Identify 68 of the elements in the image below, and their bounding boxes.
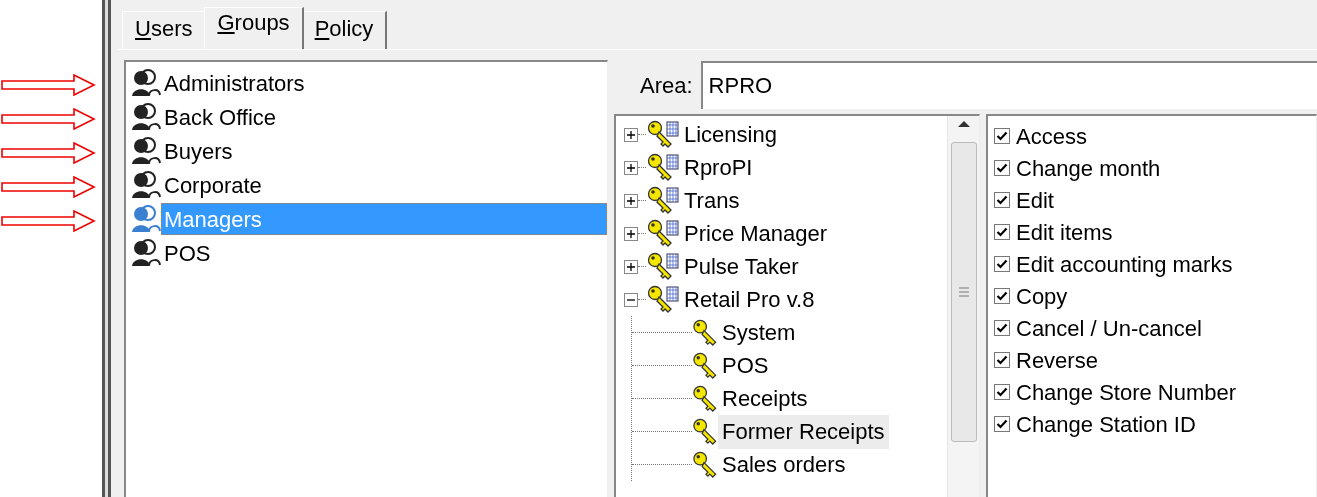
field-label: Area: (640, 71, 693, 100)
grip-icon (957, 287, 970, 297)
list-item[interactable]: POS (161, 237, 607, 269)
key-icon (646, 119, 680, 150)
scroll-up-icon[interactable] (956, 120, 971, 128)
checkbox-label: Edit (1016, 186, 1054, 215)
scroll-thumb[interactable] (950, 142, 977, 442)
tab[interactable]: Policy (301, 11, 388, 49)
group-icon (131, 69, 161, 97)
tree-item[interactable]: POS (718, 348, 773, 383)
tree-item[interactable]: Pulse Taker (680, 249, 803, 284)
key-icon (646, 251, 680, 282)
checkbox-label: Change month (1016, 154, 1161, 183)
tab[interactable]: Users (122, 11, 207, 49)
key-icon (646, 152, 680, 183)
tab[interactable]: Groups (204, 7, 304, 49)
scrollbar[interactable] (947, 116, 979, 497)
expand-toggle[interactable] (624, 226, 638, 241)
checkbox[interactable] (994, 416, 1010, 432)
list-item[interactable]: Buyers (161, 135, 607, 167)
tree-item[interactable]: RproPI (680, 150, 757, 185)
checkbox[interactable] (994, 352, 1010, 368)
list-item[interactable]: Corporate (161, 169, 607, 201)
collapse-toggle[interactable] (624, 292, 638, 307)
checkbox[interactable] (994, 288, 1010, 304)
tree-item[interactable]: Receipts (718, 381, 812, 416)
tree-item[interactable]: Retail Pro v.8 (680, 282, 819, 317)
key-icon (692, 418, 718, 445)
key-icon (692, 451, 718, 478)
group-icon (131, 103, 161, 131)
tree-item[interactable]: Trans (680, 183, 744, 218)
area-field[interactable]: RPRO (700, 61, 1317, 109)
checkbox-label: Edit accounting marks (1016, 250, 1233, 279)
checkbox[interactable] (994, 224, 1010, 240)
checkbox-label: Cancel / Un-cancel (1016, 314, 1202, 343)
tree-item[interactable]: Sales orders (718, 447, 850, 482)
key-icon (646, 185, 680, 216)
tree-item[interactable]: System (718, 315, 800, 350)
key-icon (646, 218, 680, 249)
key-icon (692, 352, 718, 379)
list-item[interactable]: Administrators (161, 67, 607, 99)
expand-toggle[interactable] (624, 127, 638, 142)
expand-toggle[interactable] (624, 259, 638, 274)
checkbox[interactable] (994, 192, 1010, 208)
key-icon (692, 385, 718, 412)
checkbox-label: Access (1016, 122, 1087, 151)
list-item[interactable]: Back Office (161, 101, 607, 133)
tree-item[interactable]: Price Manager (680, 216, 832, 251)
checkbox-label: Reverse (1016, 346, 1098, 375)
checkbox-label: Change Station ID (1016, 410, 1196, 439)
key-icon (692, 319, 718, 346)
expand-toggle[interactable] (624, 193, 638, 208)
tree-item[interactable]: Licensing (680, 117, 781, 152)
checkbox[interactable] (994, 384, 1010, 400)
group-icon (131, 239, 161, 267)
group-icon (131, 205, 161, 233)
checkbox[interactable] (994, 128, 1010, 144)
checkbox[interactable] (994, 256, 1010, 272)
checkbox-label: Edit items (1016, 218, 1113, 247)
checkbox[interactable] (994, 320, 1010, 336)
checkbox[interactable] (994, 160, 1010, 176)
group-icon (131, 137, 161, 165)
group-icon (131, 171, 161, 199)
checkbox-label: Copy (1016, 282, 1068, 311)
tree-item[interactable]: Former Receipts (718, 414, 889, 449)
key-icon (646, 284, 680, 315)
checkbox-label: Change Store Number (1016, 378, 1237, 407)
expand-toggle[interactable] (624, 160, 638, 175)
